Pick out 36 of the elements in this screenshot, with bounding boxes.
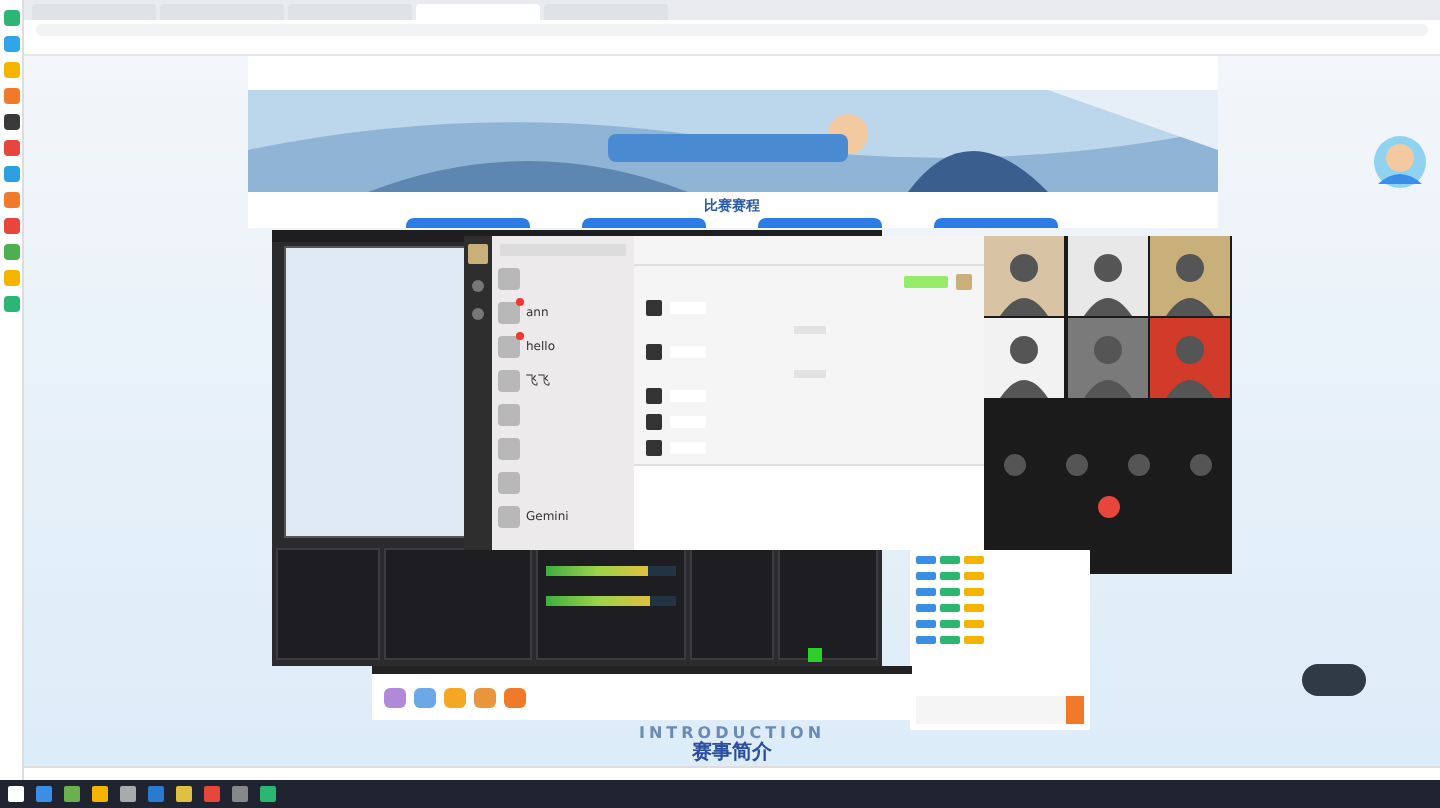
match-card[interactable]	[934, 218, 1058, 228]
match-card[interactable]	[582, 218, 706, 228]
avatar-silhouette	[1067, 236, 1148, 316]
speaker-button[interactable]	[1066, 454, 1088, 476]
scenes-panel	[276, 548, 380, 660]
message-bubble	[904, 276, 948, 288]
transitions-panel	[690, 548, 774, 660]
section-title: 赛事简介	[692, 742, 772, 764]
message-input[interactable]	[634, 464, 984, 550]
match-card[interactable]	[758, 218, 882, 228]
comment-field[interactable]	[916, 696, 1084, 724]
controls-panel	[778, 548, 878, 660]
avatar-silhouette	[1150, 318, 1231, 398]
avatar	[956, 274, 972, 290]
avatar[interactable]	[468, 244, 488, 264]
camera-button[interactable]	[1128, 454, 1150, 476]
avatar	[498, 370, 520, 392]
floating-button[interactable]	[1302, 664, 1366, 696]
avatar	[498, 336, 520, 358]
avatar	[498, 506, 520, 528]
avatar	[498, 404, 520, 426]
avatar	[646, 344, 662, 360]
avatar	[498, 268, 520, 290]
match-card[interactable]	[406, 218, 530, 228]
avatar	[498, 302, 520, 324]
avatar-silhouette	[1067, 318, 1148, 398]
address-bar[interactable]	[36, 23, 1428, 35]
avatar	[498, 438, 520, 460]
avatar-silhouette	[1150, 236, 1231, 316]
avatar	[498, 472, 520, 494]
hang-up-button[interactable]	[1097, 496, 1119, 518]
microphone-button[interactable]	[1004, 454, 1026, 476]
avatar	[646, 300, 662, 316]
background-text: INTRODUCTION	[638, 726, 826, 742]
switch-button[interactable]	[1190, 454, 1212, 476]
avatar-silhouette	[984, 236, 1064, 316]
